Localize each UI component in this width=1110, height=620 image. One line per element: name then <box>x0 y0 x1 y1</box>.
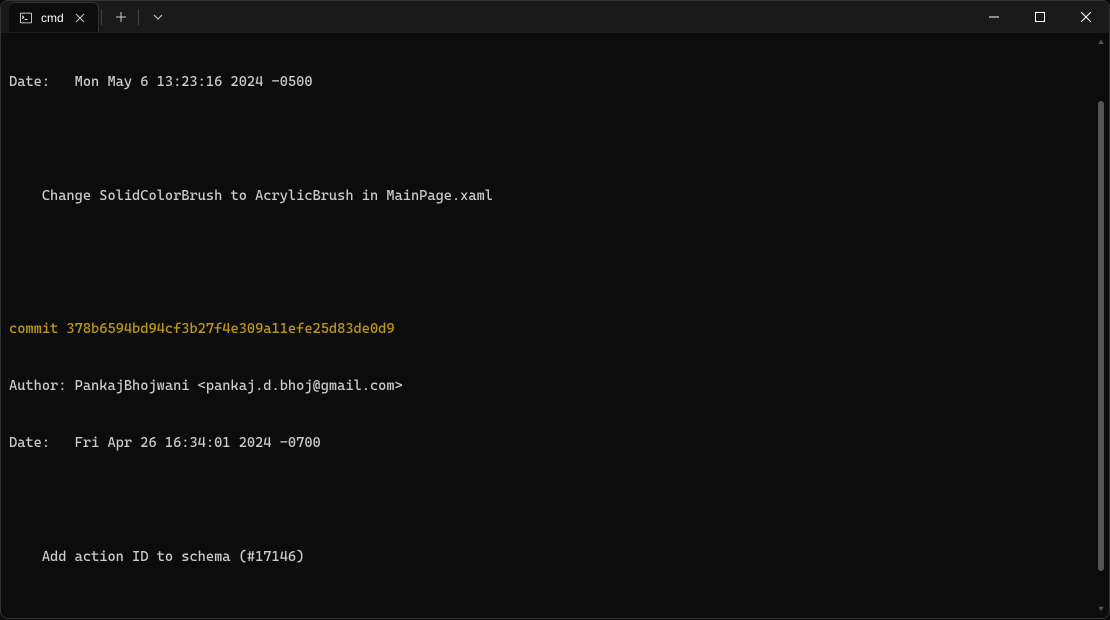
tab-cmd[interactable]: cmd <box>9 2 99 32</box>
new-tab-button[interactable] <box>106 3 136 31</box>
scrollbar-track[interactable] <box>1095 51 1107 602</box>
tab-dropdown-button[interactable] <box>143 3 173 31</box>
blank-line <box>9 130 1101 149</box>
scrollbar[interactable]: ▲ ▼ <box>1095 37 1107 616</box>
blank-line <box>9 605 1101 620</box>
terminal-icon <box>19 11 33 25</box>
window-controls <box>971 1 1109 33</box>
commit-msg: Add action ID to schema (#17146) <box>9 548 1101 567</box>
tab-close-button[interactable] <box>72 10 88 26</box>
close-button[interactable] <box>1063 1 1109 33</box>
date-line: Date: Fri Apr 26 16:34:01 2024 -0700 <box>9 434 1101 453</box>
terminal-area[interactable]: Date: Mon May 6 13:23:16 2024 -0500 Chan… <box>1 33 1109 620</box>
tab-separator <box>101 9 102 25</box>
scroll-down-icon[interactable]: ▼ <box>1095 604 1107 616</box>
tab-separator-2 <box>138 9 139 25</box>
commit-line: commit 378b6594bd94cf3b27f4e309a11efe25d… <box>9 320 1101 339</box>
log-date: Date: Mon May 6 13:23:16 2024 -0500 <box>9 73 1101 92</box>
terminal-output: Date: Mon May 6 13:23:16 2024 -0500 Chan… <box>9 35 1101 620</box>
titlebar: cmd <box>1 1 1109 33</box>
blank-line <box>9 244 1101 263</box>
scroll-up-icon[interactable]: ▲ <box>1095 37 1107 49</box>
minimize-button[interactable] <box>971 1 1017 33</box>
author-line: Author: PankajBhojwani <pankaj.d.bhoj@gm… <box>9 377 1101 396</box>
scrollbar-thumb[interactable] <box>1098 101 1104 571</box>
commit-msg: Change SolidColorBrush to AcrylicBrush i… <box>9 187 1101 206</box>
maximize-button[interactable] <box>1017 1 1063 33</box>
blank-line <box>9 491 1101 510</box>
tab-title: cmd <box>41 11 64 25</box>
